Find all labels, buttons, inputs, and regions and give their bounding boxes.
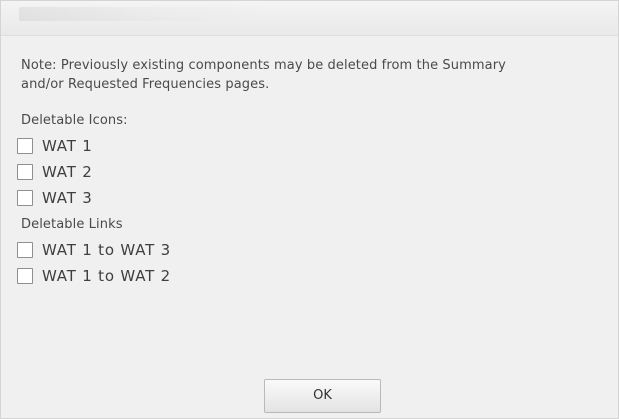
checkbox[interactable] xyxy=(17,190,33,206)
note-text: Note: Previously existing components may… xyxy=(21,58,506,92)
deletable-icons-label: Deletable Icons: xyxy=(21,113,128,128)
checkbox[interactable] xyxy=(17,242,33,258)
checkbox[interactable] xyxy=(17,268,33,284)
delete-components-dialog: Note: Previously existing components may… xyxy=(0,0,619,419)
checkbox-label[interactable]: WAT 1 to WAT 2 xyxy=(42,267,171,286)
checkbox-label[interactable]: WAT 1 xyxy=(42,137,93,156)
dialog-content: Note: Previously existing components may… xyxy=(17,56,601,289)
link-option-wat-1-to-wat-2[interactable]: WAT 1 to WAT 2 xyxy=(17,263,601,289)
deletable-links-label: Deletable Links xyxy=(21,217,123,232)
checkbox-label[interactable]: WAT 3 xyxy=(42,189,93,208)
title-bar-shading xyxy=(19,7,279,21)
checkbox[interactable] xyxy=(17,138,33,154)
dialog-titlebar[interactable] xyxy=(1,1,618,36)
icon-option-wat-1[interactable]: WAT 1 xyxy=(17,133,601,159)
checkbox-label[interactable]: WAT 1 to WAT 3 xyxy=(42,241,171,260)
icon-option-wat-2[interactable]: WAT 2 xyxy=(17,159,601,185)
ok-button[interactable]: OK xyxy=(264,379,381,413)
checkbox[interactable] xyxy=(17,164,33,180)
checkbox-label[interactable]: WAT 2 xyxy=(42,163,93,182)
icon-option-wat-3[interactable]: WAT 3 xyxy=(17,185,601,211)
link-option-wat-1-to-wat-3[interactable]: WAT 1 to WAT 3 xyxy=(17,237,601,263)
